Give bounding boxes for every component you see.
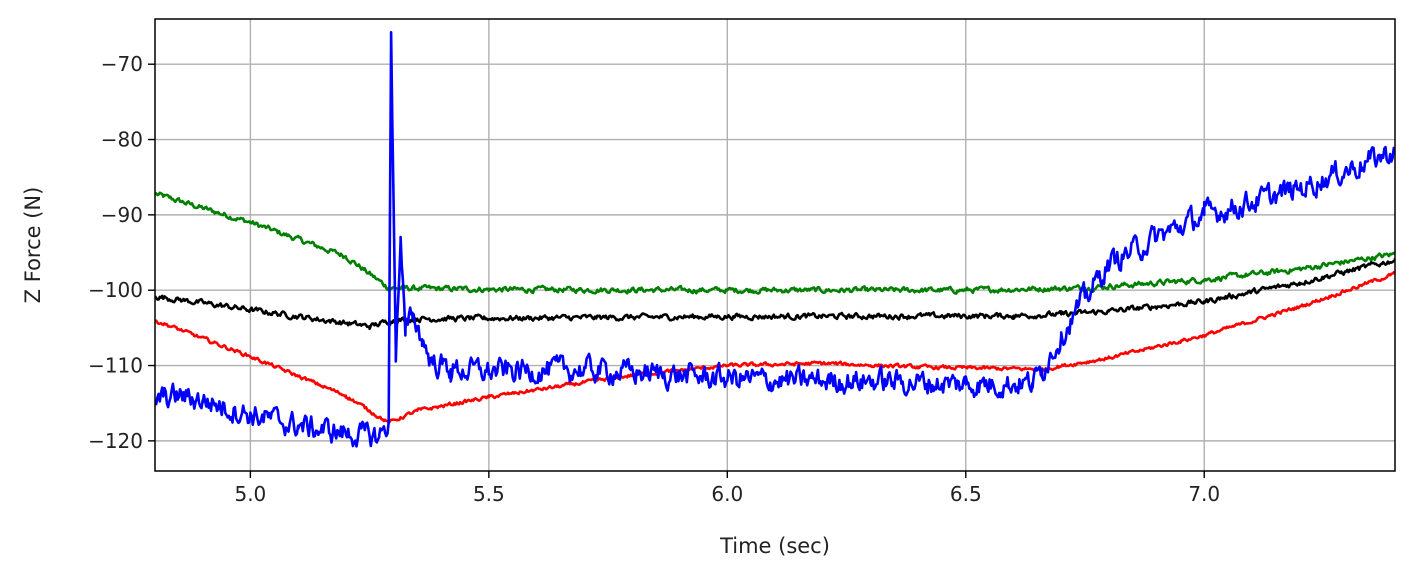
y-tick-label: −110: [88, 354, 143, 378]
x-axis-label: Time (sec): [719, 534, 830, 558]
y-tick-label: −120: [88, 429, 143, 453]
x-tick-label: 6.0: [711, 482, 743, 506]
x-tick-label: 5.0: [234, 482, 266, 506]
x-tick-label: 7.0: [1188, 482, 1220, 506]
y-axis-label: Z Force (N): [21, 187, 45, 304]
y-tick-label: −70: [101, 52, 143, 76]
y-tick-label: −80: [101, 128, 143, 152]
x-tick-label: 5.5: [473, 482, 505, 506]
y-tick-label: −90: [101, 203, 143, 227]
y-tick-label: −100: [88, 278, 143, 302]
x-tick-label: 6.5: [950, 482, 982, 506]
chart: 5.0 5.5 6.0 6.5 7.0 −70 −80 −90 −100 −110 −120 Tim…: [0, 0, 1414, 579]
